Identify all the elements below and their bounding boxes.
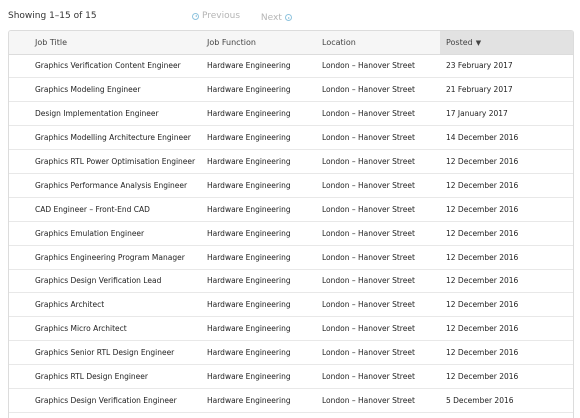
location-cell: London – Hanover Street (318, 340, 440, 366)
job-title-cell[interactable]: Graphics Modelling Architecture Engineer (9, 125, 203, 151)
location-cell: London – Hanover Street (318, 269, 440, 294)
job-function-cell: Hardware Engineering (203, 101, 318, 127)
job-title-cell[interactable]: Graphics Emulation Engineer (9, 221, 203, 246)
posted-date-cell: 23 February 2017 (440, 54, 573, 79)
job-title-cell[interactable]: CAD Engineer – Front-End CAD (9, 197, 203, 222)
table-header-row: Job Title Job Function Location Posted ▼ (9, 31, 573, 55)
posted-date-cell: 17 January 2017 (440, 101, 573, 127)
column-header-job-title[interactable]: Job Title (9, 31, 203, 55)
location-cell: London – Hanover Street (318, 101, 440, 127)
table-row[interactable]: Graphics Verification Content Engineer Ha… (9, 54, 573, 79)
posted-date-cell: 12 December 2016 (440, 245, 573, 270)
job-function-cell: Hardware Engineering (203, 364, 318, 389)
previous-page-link[interactable]: Previous (192, 11, 240, 21)
job-title-cell[interactable]: Graphics Performance Analysis Engineer (9, 173, 203, 198)
location-cell: London – Hanover Street (318, 364, 440, 389)
job-function-cell: Hardware Engineering (203, 77, 318, 103)
next-label: Next (260, 12, 282, 23)
job-title-cell[interactable]: Graphics Senior RTL Design Engineer (9, 340, 203, 366)
table-row[interactable]: Graphics RTL Design Engineer Hardware Eng… (9, 364, 573, 389)
posted-date-cell: 12 December 2016 (440, 292, 573, 318)
results-count: Showing 1–15 of 15 (8, 11, 97, 21)
job-function-cell: Hardware Engineering (203, 173, 318, 198)
pagination: Previous Next (192, 11, 292, 23)
job-function-cell: Hardware Engineering (203, 269, 318, 294)
column-header-job-function[interactable]: Job Function (203, 31, 318, 55)
location-cell: London – Hanover Street (318, 54, 440, 79)
results-toolbar: Showing 1–15 of 15 Previous Next (0, 0, 580, 30)
previous-label: Previous (202, 11, 241, 21)
table-row[interactable]: Graphics Modeling Engineer Hardware Engin… (9, 77, 573, 103)
column-header-location[interactable]: Location (318, 31, 440, 55)
table-row[interactable]: Graphics Architect Hardware Engineering Lo… (9, 292, 573, 318)
location-cell: London – Hanover Street (318, 245, 440, 270)
table-row[interactable]: Design Implementation Engineer Hardware E… (9, 101, 573, 127)
chevron-right-icon (284, 14, 292, 21)
location-cell: London – Hanover Street (318, 221, 440, 246)
job-function-cell: Hardware Engineering (203, 149, 318, 174)
table-row[interactable]: Graphics Performance Analysis Engineer Ha… (9, 173, 573, 198)
location-cell: London – Hanover Street (318, 125, 440, 151)
job-function-cell: Hardware Engineering (203, 245, 318, 270)
job-title-cell[interactable]: Graphics Architect (9, 292, 203, 318)
column-header-label: Job Title (35, 37, 68, 47)
location-cell: London – Hanover Street (318, 149, 440, 174)
table-row[interactable]: Graphics Design Verification Lead Hardwar… (9, 269, 573, 294)
posted-date-cell: 21 February 2017 (440, 77, 573, 103)
chevron-left-icon (192, 12, 199, 20)
jobs-table: Job Title Job Function Location Posted ▼ … (8, 30, 574, 418)
posted-date-cell: 14 December 2016 (440, 125, 573, 151)
posted-date-cell: 12 December 2016 (440, 364, 573, 389)
table-row[interactable]: Graphics Micro Architect Hardware Enginee… (9, 316, 573, 342)
posted-date-cell: 12 December 2016 (440, 340, 573, 366)
job-title-cell[interactable]: Graphics Design Verification Engineer (9, 388, 203, 413)
table-row[interactable]: Graphics Engineering Program Manager Hard… (9, 245, 573, 270)
job-function-cell: Hardware Engineering (203, 388, 318, 413)
job-title-cell[interactable]: Graphics Modeling Engineer (9, 77, 203, 103)
posted-date-cell: 12 December 2016 (440, 173, 573, 198)
posted-date-cell: 12 December 2016 (440, 197, 573, 222)
job-title-cell[interactable]: Graphics Engineering Program Manager (9, 245, 203, 270)
job-title-cell[interactable]: Design Implementation Engineer (9, 101, 203, 127)
location-cell: London – Hanover Street (318, 173, 440, 198)
location-cell: London – Hanover Street (318, 388, 440, 413)
table-row[interactable]: CAD Engineer – Front-End CAD Hardware Eng… (9, 197, 573, 222)
table-row[interactable]: Graphics Modelling Architecture Engineer… (9, 125, 573, 151)
posted-date-cell: 12 December 2016 (440, 269, 573, 294)
table-row[interactable]: Graphics Design Verification Engineer Har… (9, 388, 573, 413)
posted-date-cell: 12 December 2016 (440, 149, 573, 174)
location-cell: London – Hanover Street (318, 77, 440, 103)
job-title-cell[interactable]: Graphics Verification Content Engineer (9, 54, 203, 79)
job-title-cell[interactable]: Graphics RTL Power Optimisation Engineer (9, 149, 203, 174)
posted-date-cell: 12 December 2016 (440, 221, 573, 246)
posted-date-cell: 12 December 2016 (440, 316, 573, 342)
location-cell: London – Hanover Street (318, 292, 440, 318)
job-function-cell: Hardware Engineering (203, 197, 318, 222)
table-row[interactable]: Graphics RTL Power Optimisation Engineer… (9, 149, 573, 174)
posted-date-cell: 5 December 2016 (440, 388, 573, 413)
column-header-posted[interactable]: Posted ▼ (440, 31, 573, 55)
job-function-cell: Hardware Engineering (203, 340, 318, 366)
job-title-cell[interactable]: Graphics RTL Design Engineer (9, 364, 203, 389)
job-function-cell: Hardware Engineering (203, 221, 318, 246)
job-function-cell: Hardware Engineering (203, 292, 318, 318)
job-function-cell: Hardware Engineering (203, 54, 318, 79)
location-cell: London – Hanover Street (318, 316, 440, 342)
job-title-cell[interactable]: Graphics Design Verification Lead (9, 269, 203, 294)
job-function-cell: Hardware Engineering (203, 316, 318, 342)
job-function-cell: Hardware Engineering (203, 125, 318, 151)
location-cell: London – Hanover Street (318, 197, 440, 222)
job-title-cell[interactable]: Graphics Micro Architect (9, 316, 203, 342)
column-header-label: Location (322, 37, 356, 47)
column-header-label: Job Function (207, 37, 256, 47)
column-header-label: Posted (446, 37, 473, 47)
table-row[interactable]: Graphics Senior RTL Design Engineer Hardw… (9, 340, 573, 366)
next-page-link[interactable]: Next (261, 13, 292, 23)
table-row[interactable]: Graphics Emulation Engineer Hardware Engi… (9, 221, 573, 246)
sort-descending-icon: ▼ (475, 38, 482, 47)
